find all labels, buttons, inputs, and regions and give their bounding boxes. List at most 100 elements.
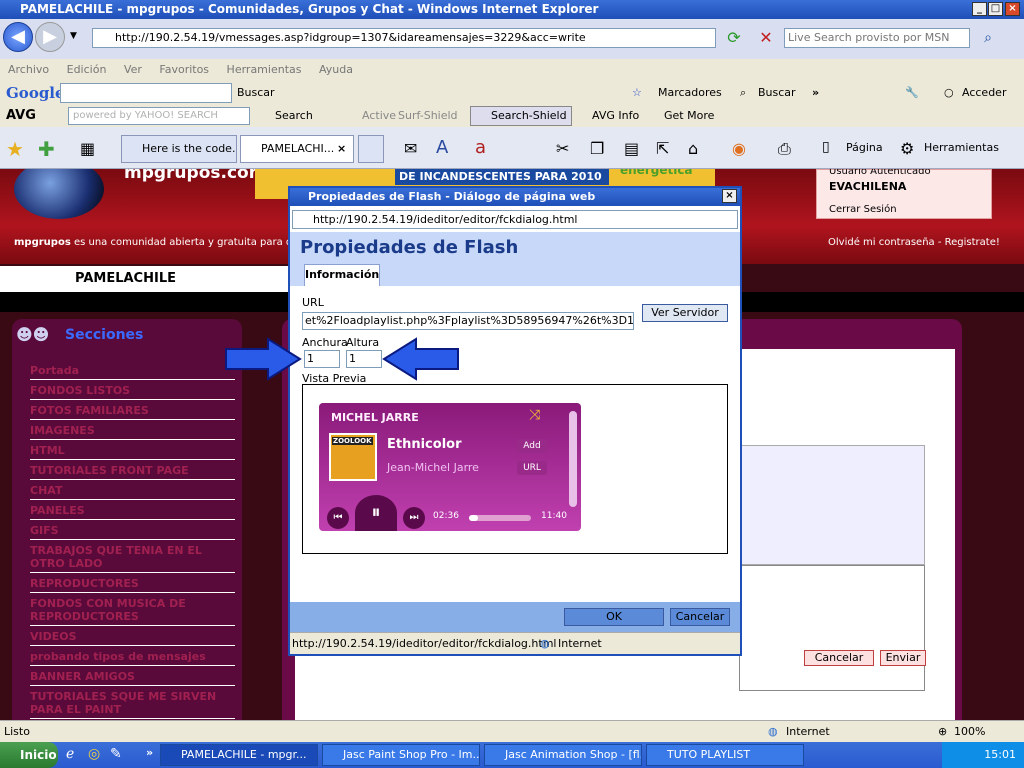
print-icon[interactable]: ⎙	[778, 139, 791, 159]
minimize-button[interactable]: _	[972, 2, 987, 16]
acceder-button[interactable]: Acceder	[962, 81, 1006, 105]
section-item[interactable]: GIFS	[30, 524, 235, 540]
close-button[interactable]: ×	[1005, 2, 1020, 16]
ok-button[interactable]: OK	[564, 608, 664, 626]
surf-shield-button[interactable]: Surf-Shield	[398, 105, 458, 127]
height-input[interactable]: 1	[346, 350, 382, 368]
tab-pamelachile[interactable]: PAMELACHI... ×	[240, 135, 354, 163]
tab-close-icon[interactable]: ×	[337, 136, 346, 162]
forgot-password-link[interactable]: Olvidé mi contraseña - Registrate!	[828, 237, 1000, 248]
page-send-button[interactable]: Enviar	[880, 650, 926, 666]
task-paint-shop-pro[interactable]: Jasc Paint Shop Pro - Im...	[322, 744, 480, 766]
pause-icon[interactable]: ⏸	[355, 495, 397, 531]
avg-info-button[interactable]: AVG Info	[592, 105, 639, 127]
arrow-right-icon	[225, 337, 302, 381]
next-icon[interactable]: ⏭	[403, 507, 425, 529]
logout-link[interactable]: Cerrar Sesión	[829, 204, 897, 215]
section-item[interactable]: FOTOS FAMILIARES	[30, 404, 235, 420]
previous-icon[interactable]: ⏮	[327, 507, 349, 529]
cut-icon[interactable]: ✂	[556, 139, 569, 158]
section-item[interactable]: Portada	[30, 364, 235, 380]
section-item[interactable]: TRABAJOS QUE TENIA EN EL OTRO LADO	[30, 544, 235, 573]
buscar-button[interactable]: Buscar	[758, 81, 796, 105]
maximize-button[interactable]: □	[988, 2, 1003, 16]
menu-edicion[interactable]: Edición	[67, 63, 107, 76]
paste-icon[interactable]: ▤	[624, 139, 639, 158]
new-tab-button[interactable]	[358, 135, 384, 163]
section-item[interactable]: HTML	[30, 444, 235, 460]
section-item[interactable]: IMAGENES	[30, 424, 235, 440]
menu-favoritos[interactable]: Favoritos	[159, 63, 209, 76]
dialog-cancel-button[interactable]: Cancelar	[670, 608, 730, 626]
section-item[interactable]: BANNER AMIGOS	[30, 670, 235, 686]
menu-ver[interactable]: Ver	[124, 63, 142, 76]
player-scrollbar[interactable]	[569, 411, 577, 507]
back-button[interactable]: ◀	[3, 22, 33, 52]
section-item[interactable]: FONDOS LISTOS	[30, 384, 235, 400]
task-pamelachile[interactable]: PAMELACHILE - mpgr...	[160, 744, 318, 766]
forward-button[interactable]: ▶	[35, 22, 65, 52]
page-cancel-button[interactable]: Cancelar	[804, 650, 874, 666]
section-item[interactable]: PANELES	[30, 504, 235, 520]
refresh-icon[interactable]: ⟳	[722, 28, 746, 48]
add-favorite-icon[interactable]: ✚	[38, 137, 55, 161]
menu-archivo[interactable]: Archivo	[8, 63, 49, 76]
editor-textarea[interactable]	[739, 565, 925, 691]
menu-ayuda[interactable]: Ayuda	[319, 63, 353, 76]
ie-icon[interactable]: ℯ	[66, 746, 74, 762]
address-bar[interactable]: http://190.2.54.19/vmessages.asp?idgroup…	[92, 28, 716, 48]
home-icon[interactable]: ⌂	[688, 139, 698, 158]
zoom-level[interactable]: 100%	[954, 721, 985, 743]
favorites-star-icon[interactable]: ★	[6, 137, 24, 161]
width-input[interactable]: 1	[304, 350, 340, 368]
quicklaunch-icon[interactable]: ✎	[110, 746, 122, 762]
task-tuto-playlist[interactable]: TUTO PLAYLIST	[646, 744, 804, 766]
group-tab[interactable]: PAMELACHILE	[0, 266, 290, 292]
search-button[interactable]: Search	[275, 105, 313, 127]
marcadores-button[interactable]: Marcadores	[658, 81, 722, 105]
progress-track[interactable]	[469, 515, 531, 521]
feed-icon[interactable]: ✉	[404, 139, 417, 158]
tab-code[interactable]: Here is the code...	[121, 135, 237, 163]
google-buscar-button[interactable]: Buscar	[237, 81, 275, 105]
tab-informacion[interactable]: Información	[304, 264, 380, 286]
history-dropdown-icon[interactable]: ▼	[70, 31, 77, 41]
section-item[interactable]: FONDOS CON MUSICA DE REPRODUCTORES	[30, 597, 235, 626]
section-item[interactable]: probando tipos de mensajes	[30, 650, 235, 666]
dialog-close-button[interactable]: ×	[722, 189, 737, 203]
ad-banner-text: DE INCANDESCENTES PARA 2010	[395, 169, 609, 185]
copy-icon[interactable]: ❐	[590, 139, 604, 158]
rss-icon[interactable]: ◉	[732, 139, 746, 158]
wrench-icon[interactable]: 🔧	[905, 81, 919, 105]
get-more-button[interactable]: Get More	[664, 105, 714, 127]
url-input[interactable]: et%2Floadplaylist.php%3Fplaylist%3D58956…	[302, 312, 634, 330]
browse-server-button[interactable]: Ver Servidor	[642, 304, 728, 322]
section-item[interactable]: REPRODUCTORES	[30, 577, 235, 593]
section-item[interactable]: CHAT	[30, 484, 235, 500]
start-button[interactable]: Inicio	[0, 742, 58, 768]
add-button[interactable]: Add	[517, 439, 547, 453]
yahoo-search-input[interactable]: powered by YAHOO! SEARCH	[68, 107, 250, 125]
shuffle-icon[interactable]: ⤨	[529, 407, 540, 423]
menu-herramientas[interactable]: Herramientas	[227, 63, 302, 76]
live-search-input[interactable]: Live Search provisto por MSN	[784, 28, 970, 48]
stop-icon[interactable]: ✕	[754, 28, 778, 48]
section-item[interactable]: VIDEOS	[30, 630, 235, 646]
search-shield-button[interactable]: Search-Shield	[470, 106, 572, 126]
more-chevron-icon[interactable]: »	[146, 746, 153, 759]
dialog-status-bar: http://190.2.54.19/ideditor/editor/fckdi…	[290, 632, 740, 654]
task-animation-shop[interactable]: Jasc Animation Shop - [fl...	[484, 744, 642, 766]
translate-icon[interactable]: a	[475, 137, 486, 158]
section-item[interactable]: TUTORIALES SQUE ME SIRVEN PARA EL PAINT	[30, 690, 235, 719]
section-item[interactable]: TUTORIALES FRONT PAGE	[30, 464, 235, 480]
quicklaunch-icon[interactable]: ◎	[88, 746, 100, 762]
font-size-icon[interactable]: A	[436, 137, 448, 158]
url-button[interactable]: URL	[517, 461, 547, 475]
quick-tabs-icon[interactable]: ▦	[80, 139, 95, 158]
pagina-menu[interactable]: Página	[846, 141, 883, 154]
export-icon[interactable]: ⇱	[656, 139, 669, 158]
herramientas-menu[interactable]: Herramientas	[924, 141, 999, 154]
more-chevron-icon[interactable]: »	[812, 81, 819, 105]
google-search-input[interactable]	[60, 83, 232, 103]
search-icon[interactable]: ⌕	[976, 28, 1000, 48]
